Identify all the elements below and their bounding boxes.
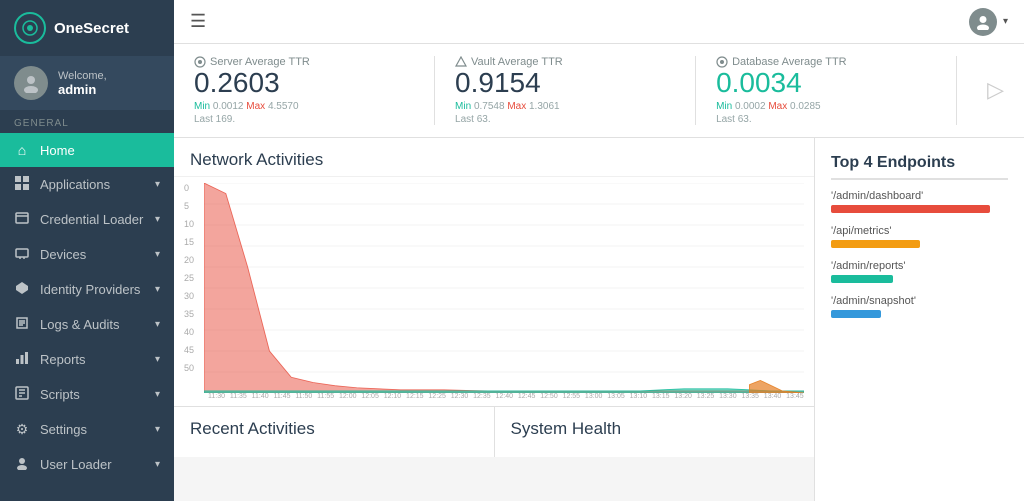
stat-last: Last 169.	[194, 114, 414, 125]
endpoint-name: '/api/metrics'	[831, 225, 1008, 237]
topbar-chevron-icon[interactable]: ▾	[1003, 16, 1008, 27]
system-health-section: System Health	[495, 407, 815, 457]
sidebar-item-label: Credential Loader	[40, 212, 145, 227]
logo-icon	[14, 12, 46, 44]
play-button[interactable]: ▷	[987, 77, 1004, 103]
applications-icon	[14, 176, 30, 193]
network-activities-section: Network Activities 5045403530 2520151050	[174, 138, 814, 406]
chevron-icon: ▾	[155, 179, 160, 190]
sidebar-item-label: Scripts	[40, 387, 145, 402]
endpoint-item: '/api/metrics'	[831, 225, 1008, 248]
user-loader-icon	[14, 456, 30, 473]
chevron-icon: ▾	[155, 389, 160, 400]
endpoint-bar	[831, 240, 920, 248]
chevron-icon: ▾	[155, 319, 160, 330]
sidebar-item-credential-loader[interactable]: Credential Loader ▾	[0, 202, 174, 237]
endpoint-bar	[831, 310, 881, 318]
chevron-icon: ▾	[155, 249, 160, 260]
topbar-right: ▾	[969, 8, 1008, 36]
sidebar-item-user-loader[interactable]: User Loader ▾	[0, 447, 174, 482]
topbar: ☰ ▾	[174, 0, 1024, 44]
stat-last: Last 63.	[716, 114, 936, 125]
user-info: Welcome, admin	[58, 70, 107, 97]
chart-y-axis: 5045403530 2520151050	[184, 183, 204, 373]
endpoint-item: '/admin/snapshot'	[831, 295, 1008, 318]
chevron-icon: ▾	[155, 424, 160, 435]
identity-providers-icon	[14, 281, 30, 298]
chevron-icon: ▾	[155, 459, 160, 470]
avatar	[14, 66, 48, 100]
chart-x-axis: 11:3011:3511:4011:4511:50 11:5512:0012:0…	[184, 393, 804, 402]
sidebar-item-label: User Loader	[40, 457, 145, 472]
sidebar-item-scripts[interactable]: Scripts ▾	[0, 377, 174, 412]
chart-wrapper: 5045403530 2520151050	[184, 183, 804, 393]
play-button-area: ▷	[977, 56, 1004, 125]
stat-database-ttr: Database Average TTR 0.0034 Min 0.0002 M…	[716, 56, 957, 125]
sidebar-item-label: Applications	[40, 177, 145, 192]
chevron-icon: ▾	[155, 214, 160, 225]
sidebar-item-label: Home	[40, 143, 160, 158]
topbar-user-icon[interactable]	[969, 8, 997, 36]
endpoint-name: '/admin/dashboard'	[831, 190, 1008, 202]
recent-activities-section: Recent Activities	[174, 407, 495, 457]
stat-value: 0.2603	[194, 68, 414, 99]
reports-icon	[14, 351, 30, 368]
sidebar-item-home[interactable]: ⌂ Home	[0, 133, 174, 167]
recent-activities-title: Recent Activities	[190, 419, 478, 439]
app-name: OneSecret	[54, 20, 129, 37]
chevron-icon: ▾	[155, 354, 160, 365]
sidebar-item-settings[interactable]: ⚙ Settings ▾	[0, 412, 174, 447]
sidebar-item-label: Reports	[40, 352, 145, 367]
right-panel: Top 4 Endpoints '/admin/dashboard' '/api…	[814, 138, 1024, 501]
endpoint-name: '/admin/reports'	[831, 260, 1008, 272]
devices-icon	[14, 246, 30, 263]
endpoints-title: Top 4 Endpoints	[831, 154, 1008, 180]
network-activities-title: Network Activities	[174, 138, 814, 177]
stat-vault-ttr: Vault Average TTR 0.9154 Min 0.7548 Max …	[455, 56, 696, 125]
settings-icon: ⚙	[14, 421, 30, 438]
stat-value: 0.0034	[716, 68, 936, 99]
endpoint-item: '/admin/dashboard'	[831, 190, 1008, 213]
sidebar-item-label: Identity Providers	[40, 282, 145, 297]
left-panel: Network Activities 5045403530 2520151050	[174, 138, 814, 501]
stat-value: 0.9154	[455, 68, 675, 99]
hamburger-button[interactable]: ☰	[190, 11, 206, 32]
chart-plot	[204, 183, 804, 393]
endpoint-item: '/admin/reports'	[831, 260, 1008, 283]
stat-meta: Min 0.7548 Max 1.3061	[455, 101, 675, 112]
user-profile: Welcome, admin	[0, 56, 174, 110]
sidebar-item-applications[interactable]: Applications ▾	[0, 167, 174, 202]
main-content: ☰ ▾ Server Average TTR 0.2603 Min 0.0012…	[174, 0, 1024, 501]
endpoint-bar	[831, 205, 990, 213]
username: admin	[58, 82, 107, 97]
sidebar-item-reports[interactable]: Reports ▾	[0, 342, 174, 377]
dashboard-body: Network Activities 5045403530 2520151050	[174, 138, 1024, 501]
welcome-text: Welcome,	[58, 70, 107, 82]
sidebar: OneSecret Welcome, admin GENERAL ⌂ Home …	[0, 0, 174, 501]
sidebar-item-label: Logs & Audits	[40, 317, 145, 332]
sidebar-item-identity-providers[interactable]: Identity Providers ▾	[0, 272, 174, 307]
home-icon: ⌂	[14, 142, 30, 158]
credential-loader-icon	[14, 211, 30, 228]
sidebar-item-devices[interactable]: Devices ▾	[0, 237, 174, 272]
chart-svg	[204, 183, 804, 393]
sidebar-item-logs-audits[interactable]: Logs & Audits ▾	[0, 307, 174, 342]
logs-audits-icon	[14, 316, 30, 333]
chart-container: 5045403530 2520151050	[174, 177, 814, 406]
scripts-icon	[14, 386, 30, 403]
endpoint-name: '/admin/snapshot'	[831, 295, 1008, 307]
section-label: GENERAL	[0, 110, 174, 133]
sidebar-item-label: Settings	[40, 422, 145, 437]
stat-last: Last 63.	[455, 114, 675, 125]
system-health-title: System Health	[511, 419, 799, 439]
bottom-sections: Recent Activities System Health	[174, 406, 814, 457]
stat-meta: Min 0.0002 Max 0.0285	[716, 101, 936, 112]
sidebar-item-label: Devices	[40, 247, 145, 262]
stats-bar: Server Average TTR 0.2603 Min 0.0012 Max…	[174, 44, 1024, 138]
endpoint-bar	[831, 275, 893, 283]
chevron-icon: ▾	[155, 284, 160, 295]
logo-area: OneSecret	[0, 0, 174, 56]
stat-meta: Min 0.0012 Max 4.5570	[194, 101, 414, 112]
stat-server-ttr: Server Average TTR 0.2603 Min 0.0012 Max…	[194, 56, 435, 125]
